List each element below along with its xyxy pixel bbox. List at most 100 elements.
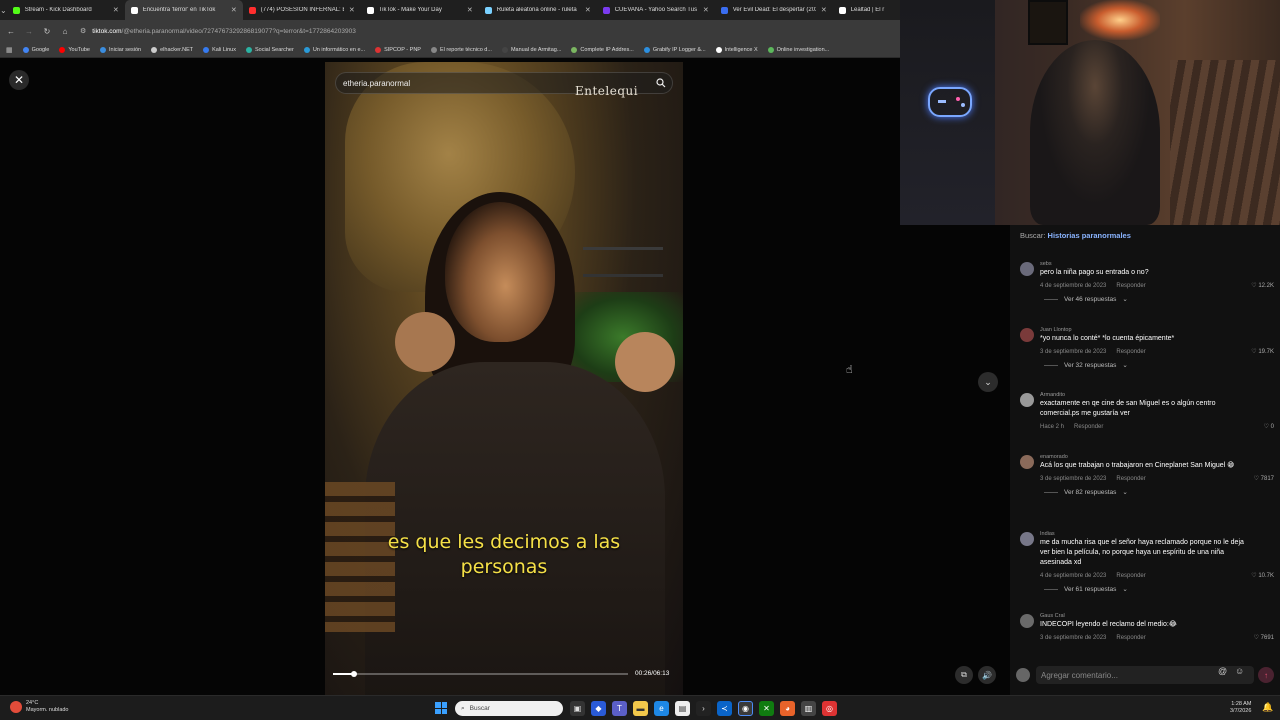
bookmark-item[interactable]: Online investigation... bbox=[767, 46, 829, 53]
system-clock[interactable]: 1:28 AM 3/7/2026 bbox=[1230, 701, 1251, 715]
xbox-icon[interactable]: ✕ bbox=[759, 701, 774, 716]
bookmark-item[interactable]: Complete IP Addres... bbox=[571, 46, 634, 53]
browser-tab[interactable]: Encuentra 'terror' en TikTok ✕ bbox=[124, 0, 243, 20]
close-icon[interactable]: ✕ bbox=[585, 6, 591, 14]
reply-button[interactable]: Responder bbox=[1116, 573, 1145, 579]
bookmark-item[interactable]: Un informático en e... bbox=[303, 46, 365, 53]
site-info-icon[interactable]: ⚙ bbox=[80, 27, 86, 35]
reply-button[interactable]: Responder bbox=[1116, 283, 1145, 289]
mention-icon[interactable]: @ bbox=[1218, 666, 1227, 676]
view-replies-button[interactable]: Ver 32 respuestas ⌄ bbox=[1044, 361, 1128, 369]
reload-icon[interactable]: ↻ bbox=[40, 24, 54, 38]
comment-username[interactable]: Juan Llontop bbox=[1040, 326, 1250, 334]
reply-button[interactable]: Responder bbox=[1116, 476, 1145, 482]
send-icon[interactable]: ↑ bbox=[1258, 667, 1274, 683]
bookmark-item[interactable]: SIPCOP - PNP bbox=[375, 46, 421, 53]
comment-username[interactable]: Gaus Cral bbox=[1040, 612, 1250, 620]
close-icon[interactable]: ✕ bbox=[9, 70, 29, 90]
windows-start-icon[interactable] bbox=[435, 702, 447, 714]
browser-tab[interactable]: TikTok - Make Your Day ✕ bbox=[361, 0, 479, 20]
close-icon[interactable]: ✕ bbox=[231, 6, 237, 14]
browser-tab[interactable]: CUEVANA - Yahoo Search Tus r ✕ bbox=[597, 0, 715, 20]
video-progress-bar[interactable] bbox=[333, 671, 628, 677]
chrome-icon[interactable]: ◉ bbox=[738, 701, 753, 716]
file-explorer-icon[interactable]: ▬ bbox=[633, 701, 648, 716]
avatar[interactable] bbox=[1020, 614, 1034, 628]
bookmark-item[interactable]: Social Searcher bbox=[245, 46, 294, 53]
weather-widget[interactable]: 24°C Mayorm. nublado bbox=[10, 700, 69, 714]
reply-button[interactable]: Responder bbox=[1116, 635, 1145, 641]
edge-icon[interactable]: e bbox=[654, 701, 669, 716]
comment-username[interactable]: sebs bbox=[1040, 260, 1250, 268]
close-icon[interactable]: ✕ bbox=[467, 6, 473, 14]
emoji-icon[interactable]: ☺ bbox=[1235, 666, 1244, 676]
reply-button[interactable]: Responder bbox=[1116, 349, 1145, 355]
browser-tab[interactable]: Stream - Kick Dashboard ✕ bbox=[7, 0, 125, 20]
bookmark-item[interactable]: YouTube bbox=[59, 46, 90, 53]
related-search[interactable]: Buscar: Historias paranormales bbox=[1020, 231, 1131, 240]
browser-tab[interactable]: Ver Evil Dead: El despertar (202 ✕ bbox=[715, 0, 833, 20]
bookmark-item[interactable]: Intelligence X bbox=[715, 46, 758, 53]
comment-username[interactable]: Indias bbox=[1040, 530, 1250, 538]
avatar[interactable] bbox=[1020, 455, 1034, 469]
view-replies-button[interactable]: Ver 61 respuestas ⌄ bbox=[1044, 585, 1128, 593]
store-icon[interactable]: ▤ bbox=[675, 701, 690, 716]
like-button[interactable]: ♡ 0 bbox=[1264, 423, 1274, 430]
forward-icon[interactable]: → bbox=[22, 24, 36, 38]
chevron-down-icon[interactable]: ⌄ bbox=[978, 372, 998, 392]
browser-tab[interactable]: (774) POSESION INFERNAL: EV ✕ bbox=[243, 0, 361, 20]
home-icon[interactable]: ⌂ bbox=[58, 24, 72, 38]
vscode-icon[interactable]: ≺ bbox=[717, 701, 732, 716]
teams-icon[interactable]: T bbox=[612, 701, 627, 716]
bookmark-item[interactable]: Iniciar sesión bbox=[100, 46, 141, 53]
view-replies-button[interactable]: Ver 46 respuestas ⌄ bbox=[1044, 295, 1128, 303]
avatar[interactable] bbox=[1020, 532, 1034, 546]
notification-bell-icon[interactable]: 🔔 bbox=[1262, 702, 1273, 713]
close-icon[interactable]: ✕ bbox=[349, 6, 355, 14]
copilot-icon[interactable]: ◆ bbox=[591, 701, 606, 716]
address-bar[interactable]: ⚙ tiktok.com/@etheria.paranormal/video/7… bbox=[76, 24, 900, 38]
like-button[interactable]: ♡ 19.7K bbox=[1251, 348, 1274, 355]
like-button[interactable]: ♡ 7691 bbox=[1254, 634, 1274, 641]
browser-tab[interactable]: Ruleta aleatoria online - ruleta ✕ bbox=[479, 0, 597, 20]
back-icon[interactable]: ← bbox=[4, 24, 18, 38]
like-button[interactable]: ♡ 12.2K bbox=[1251, 282, 1274, 289]
view-replies-button[interactable]: Ver 82 respuestas ⌄ bbox=[1044, 488, 1128, 496]
close-icon[interactable]: ✕ bbox=[821, 6, 827, 14]
like-button[interactable]: ♡ 7817 bbox=[1254, 475, 1274, 482]
taskbar-apps: ▣ ◆ T ▬ e ▤ › ≺ ◉ ✕ ◕ ▥ ◎ bbox=[570, 701, 837, 716]
bookmark-item[interactable]: elhacker.NET bbox=[151, 46, 193, 53]
video-player[interactable]: etheria.paranormal Entelequi es que les … bbox=[325, 62, 683, 695]
heart-icon: ♡ bbox=[1251, 349, 1257, 355]
bookmark-item[interactable]: El reporte técnico d... bbox=[430, 46, 492, 53]
app-icon[interactable]: ▥ bbox=[801, 701, 816, 716]
task-view-icon[interactable]: ▣ bbox=[570, 701, 585, 716]
comment-username[interactable]: Armandito bbox=[1040, 391, 1250, 399]
bookmark-label: Grabify IP Logger &... bbox=[652, 46, 706, 53]
avatar[interactable] bbox=[1020, 328, 1034, 342]
tab-search-icon[interactable]: ⌄ bbox=[0, 0, 7, 20]
bookmark-item[interactable]: Grabify IP Logger &... bbox=[643, 46, 706, 53]
bookmark-item[interactable]: Manual de Armitag... bbox=[501, 46, 561, 53]
chrome-red-icon[interactable]: ◎ bbox=[822, 701, 837, 716]
comment-text: Acá los que trabajan o trabajaron en Cin… bbox=[1040, 462, 1235, 469]
avatar[interactable] bbox=[1020, 393, 1034, 407]
reply-button[interactable]: Responder bbox=[1074, 424, 1103, 430]
firefox-icon[interactable]: ◕ bbox=[780, 701, 795, 716]
comment-username[interactable]: enamorado bbox=[1040, 453, 1250, 461]
volume-icon[interactable]: 🔊 bbox=[978, 666, 996, 684]
avatar[interactable] bbox=[1020, 262, 1034, 276]
video-progress-handle[interactable] bbox=[350, 671, 357, 677]
apps-grid-icon[interactable]: ▦ bbox=[6, 46, 13, 54]
bookmark-item[interactable]: Google bbox=[22, 46, 49, 53]
url-host: tiktok.com bbox=[92, 27, 122, 35]
like-button[interactable]: ♡ 10.7K bbox=[1251, 572, 1274, 579]
bookmark-item[interactable]: Kali Linux bbox=[203, 46, 236, 53]
search-icon[interactable] bbox=[650, 78, 672, 88]
close-icon[interactable]: ✕ bbox=[113, 6, 119, 14]
related-search-term[interactable]: Historias paranormales bbox=[1048, 231, 1131, 240]
pip-icon[interactable]: ⧉ bbox=[955, 666, 973, 684]
close-icon[interactable]: ✕ bbox=[703, 6, 709, 14]
taskbar-search[interactable]: ⌕ Buscar bbox=[455, 701, 563, 716]
terminal-icon[interactable]: › bbox=[696, 701, 711, 716]
